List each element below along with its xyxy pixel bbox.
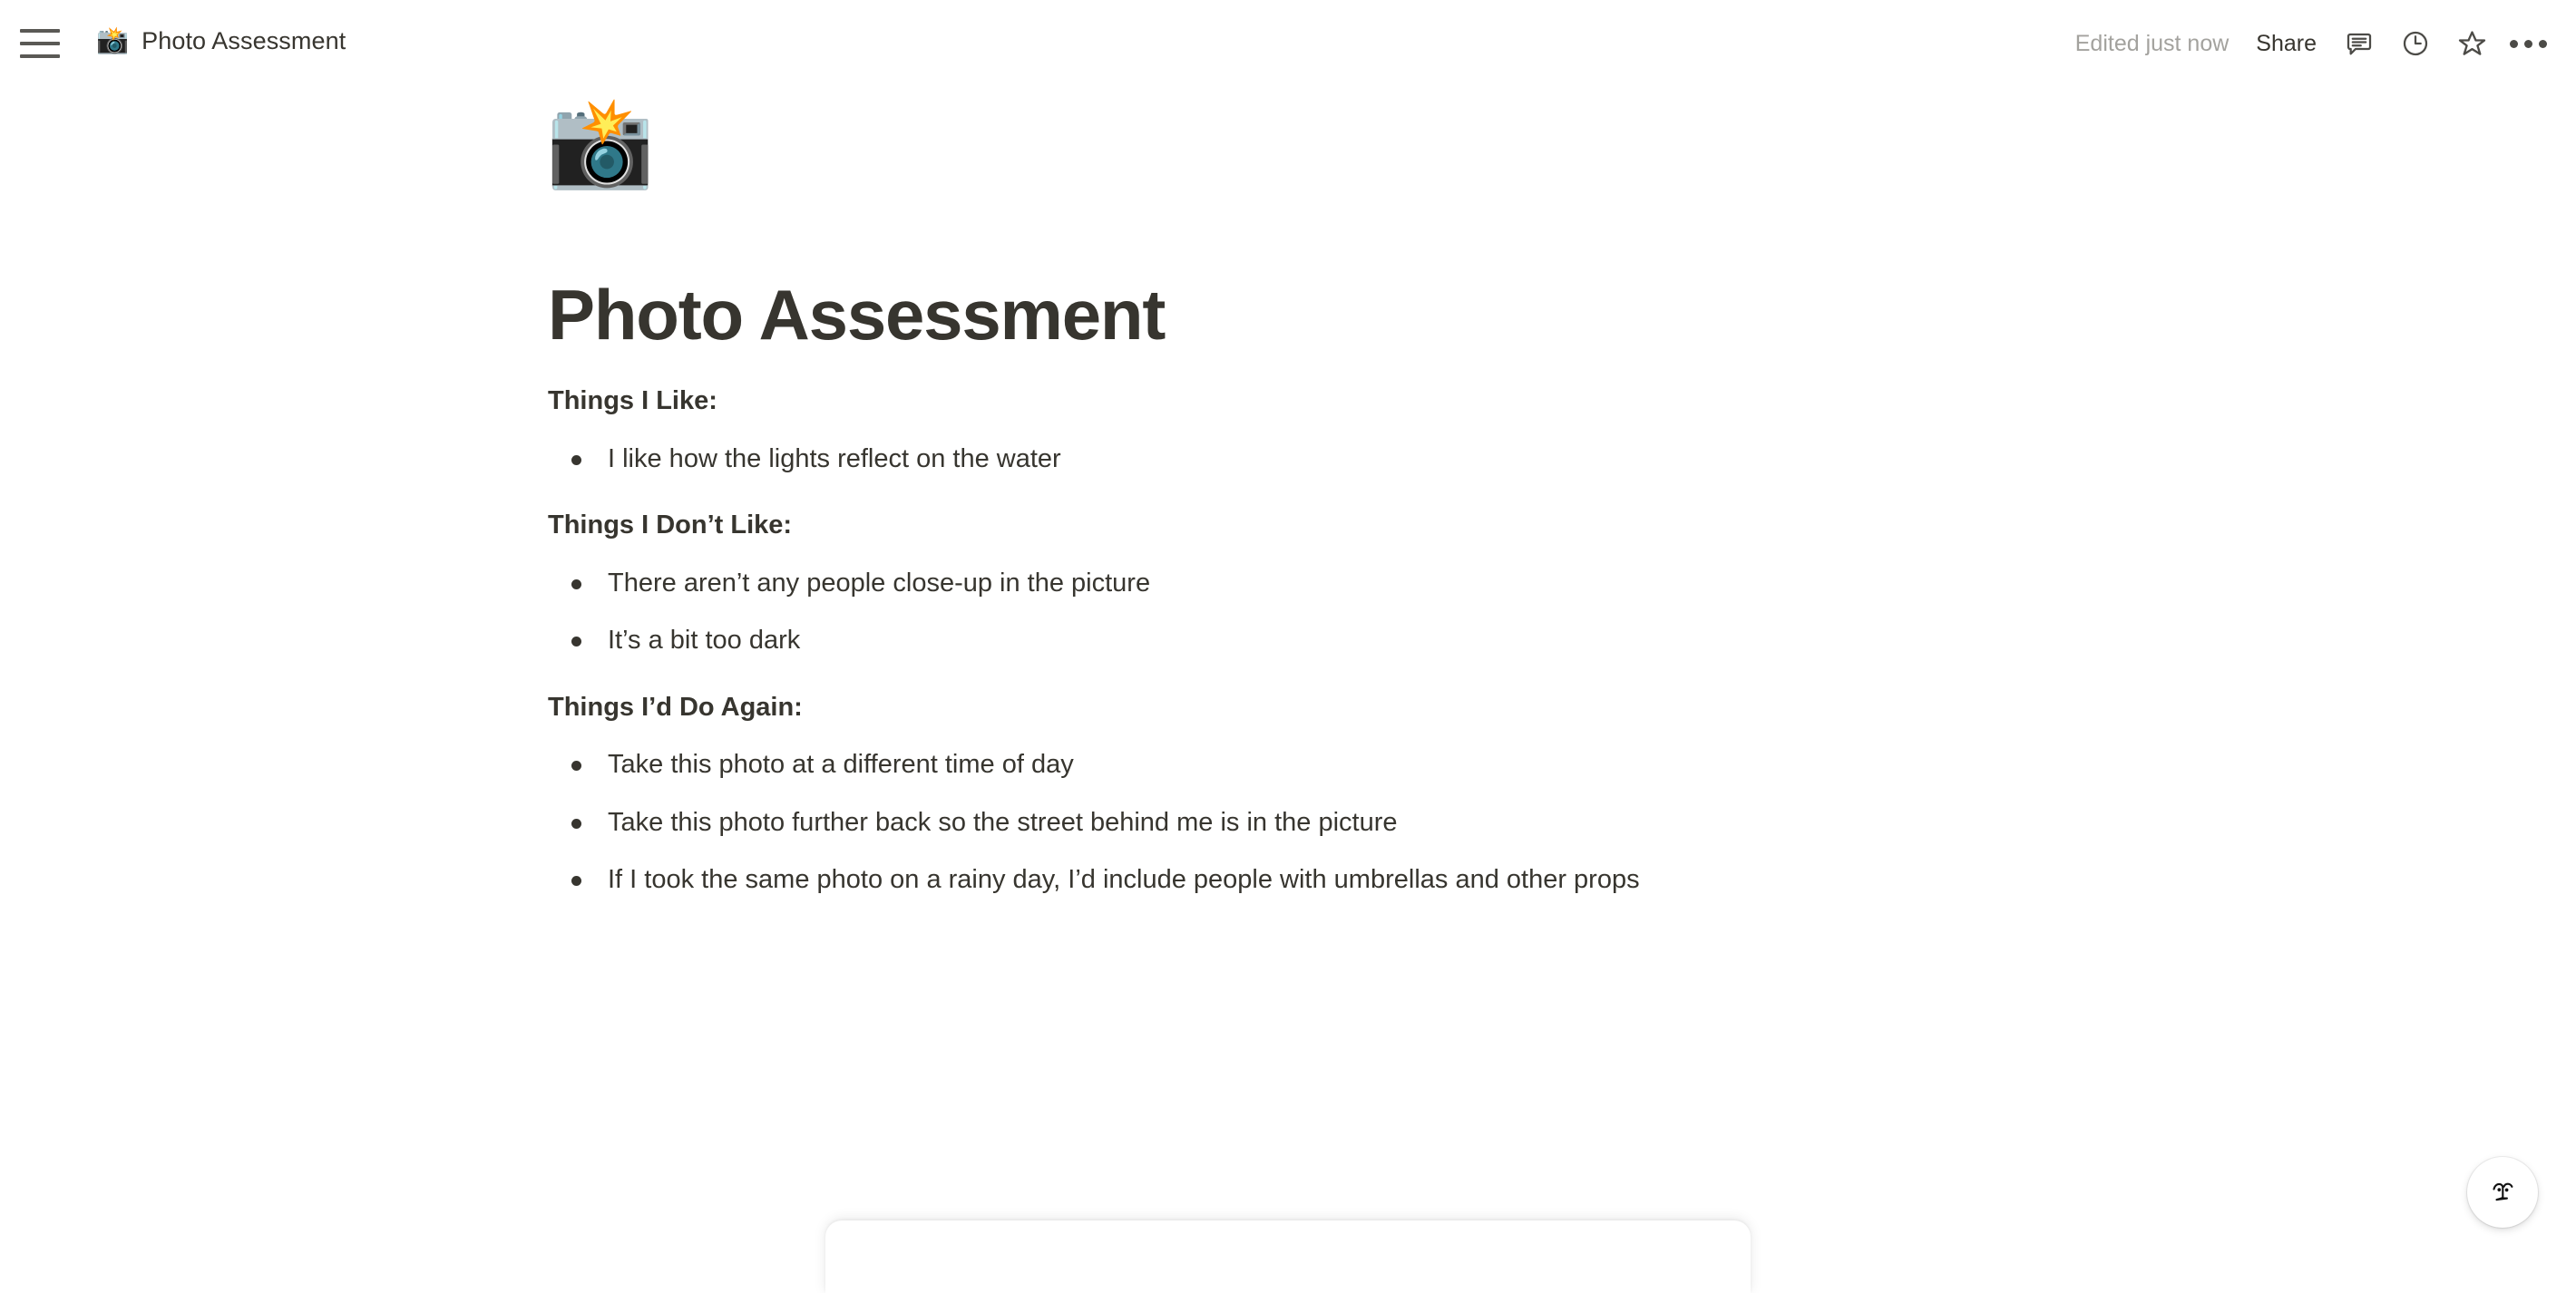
- ai-assistant-button[interactable]: [2467, 1157, 2538, 1228]
- list-item[interactable]: There aren’t any people close-up in the …: [548, 564, 1999, 604]
- clock-icon[interactable]: [2389, 17, 2442, 70]
- ai-face-icon: [2493, 1182, 2513, 1201]
- section-heading[interactable]: Things I’d Do Again:: [548, 688, 1999, 728]
- topbar-actions: Edited just now Share: [2066, 0, 2554, 87]
- hamburger-bar: [20, 29, 60, 33]
- more-options-icon[interactable]: [2502, 17, 2554, 70]
- ellipsis-dots: [2509, 39, 2547, 48]
- dot: [2509, 39, 2518, 48]
- breadcrumb[interactable]: 📸 Photo Assessment: [89, 24, 353, 59]
- document-content: 📸 Photo Assessment Things I Like: I like…: [546, 87, 1999, 900]
- list-item[interactable]: It’s a bit too dark: [548, 621, 1999, 661]
- camera-flash-icon: 📸: [96, 26, 130, 55]
- bulleted-list: There aren’t any people close-up in the …: [548, 564, 1999, 661]
- bulleted-list: I like how the lights reflect on the wat…: [548, 440, 1999, 480]
- page-icon-camera-flash-icon[interactable]: 📸: [546, 100, 682, 187]
- section-heading[interactable]: Things I Like:: [548, 382, 1999, 422]
- page-body: 📸 Photo Assessment Things I Like: I like…: [0, 87, 2576, 1293]
- breadcrumb-title: Photo Assessment: [141, 27, 346, 54]
- edited-status[interactable]: Edited just now: [2066, 25, 2239, 63]
- document-section: Things I Don’t Like: There aren’t any pe…: [548, 506, 1999, 661]
- hamburger-bar: [20, 42, 60, 45]
- dot: [2538, 39, 2547, 48]
- list-item[interactable]: Take this photo further back so the stre…: [548, 803, 1999, 843]
- hamburger-menu-icon[interactable]: [20, 29, 60, 58]
- share-button[interactable]: Share: [2243, 25, 2329, 63]
- document-section: Things I’d Do Again: Take this photo at …: [548, 688, 1999, 900]
- page-title[interactable]: Photo Assessment: [548, 275, 1999, 355]
- star-icon[interactable]: [2445, 17, 2498, 70]
- list-item[interactable]: If I took the same photo on a rainy day,…: [548, 860, 1999, 900]
- list-item[interactable]: Take this photo at a different time of d…: [548, 745, 1999, 785]
- topbar: 📸 Photo Assessment Edited just now Share: [0, 0, 2576, 87]
- section-heading[interactable]: Things I Don’t Like:: [548, 506, 1999, 546]
- bottom-panel: [825, 1220, 1751, 1293]
- comment-icon[interactable]: [2333, 17, 2386, 70]
- bulleted-list: Take this photo at a different time of d…: [548, 745, 1999, 900]
- dot: [2523, 39, 2532, 48]
- hamburger-bar: [20, 54, 60, 58]
- document-section: Things I Like: I like how the lights ref…: [548, 382, 1999, 479]
- list-item[interactable]: I like how the lights reflect on the wat…: [548, 440, 1999, 480]
